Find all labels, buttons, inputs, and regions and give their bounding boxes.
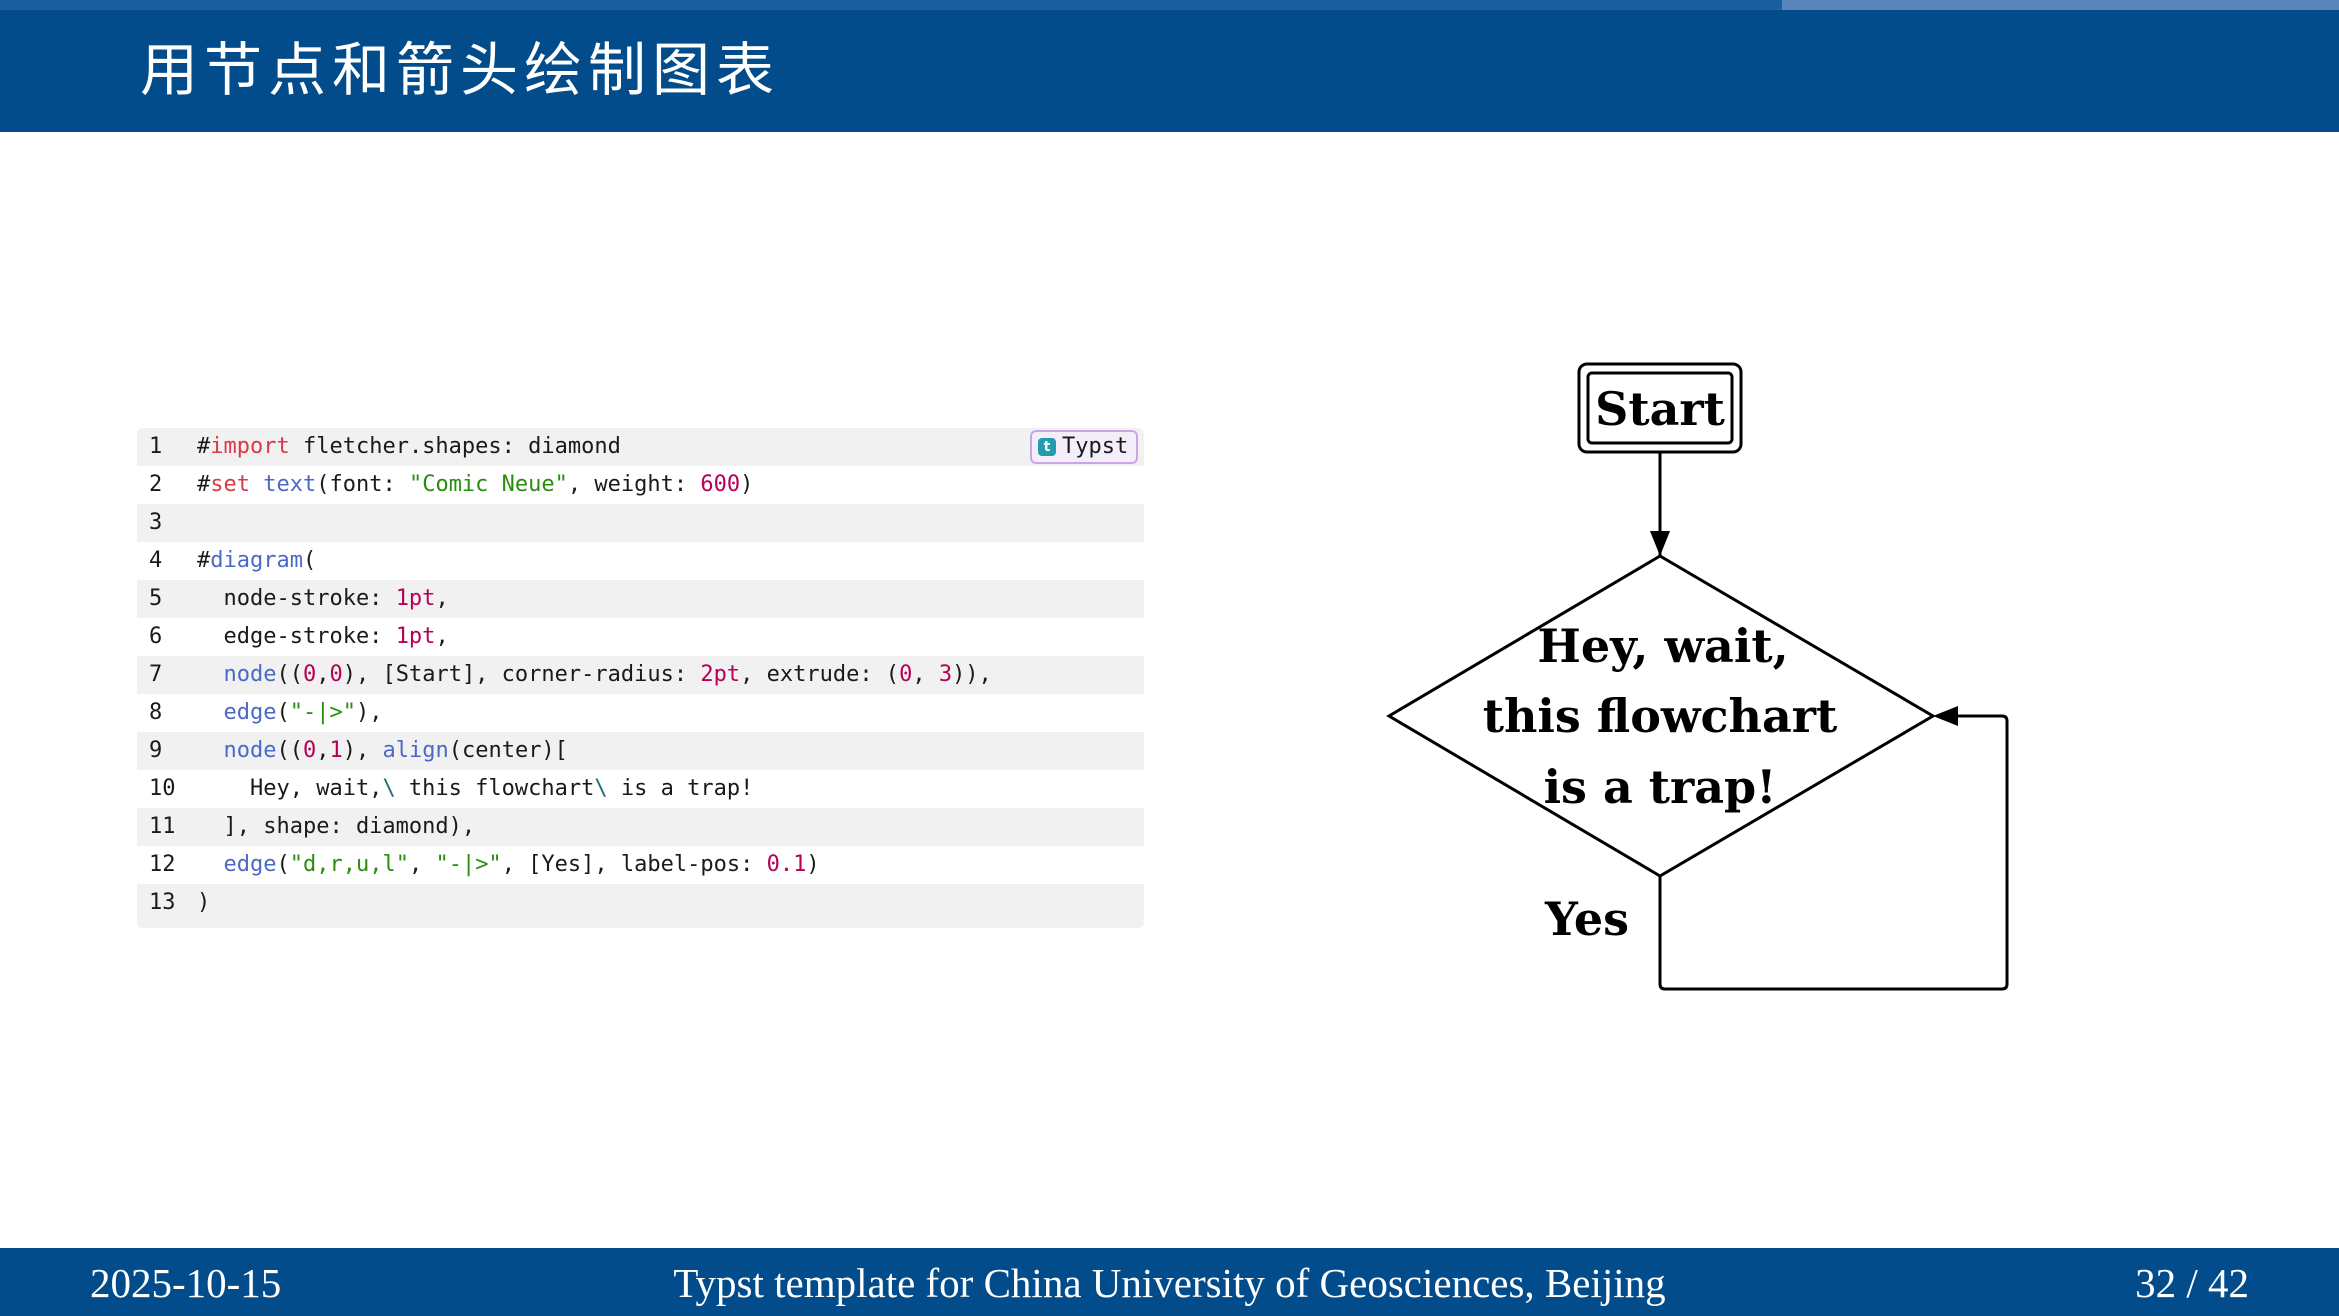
slide: 用节点和箭头绘制图表 1 #import fletcher.shapes: dia… [0,0,2339,1316]
flowchart-diagram: Start Hey, wait, this flowchart is a tra… [1386,362,2009,991]
decision-line-3: is a trap! [1544,760,1777,814]
arrowhead-start-to-decision [1650,531,1670,556]
decision-line-2: this flowchart [1483,689,1838,743]
arrowhead-loop [1933,706,1958,726]
start-node-label: Start [1595,382,1726,436]
edge-label-yes: Yes [1544,892,1629,946]
decision-line-1: Hey, wait, [1537,619,1788,673]
slide-footer: 2025-10-15 Typst template for China Univ… [0,1248,2339,1316]
footer-page-number: 32 / 42 [2135,1260,2249,1306]
footer-presentation-title: Typst template for China University of G… [673,1260,1666,1306]
